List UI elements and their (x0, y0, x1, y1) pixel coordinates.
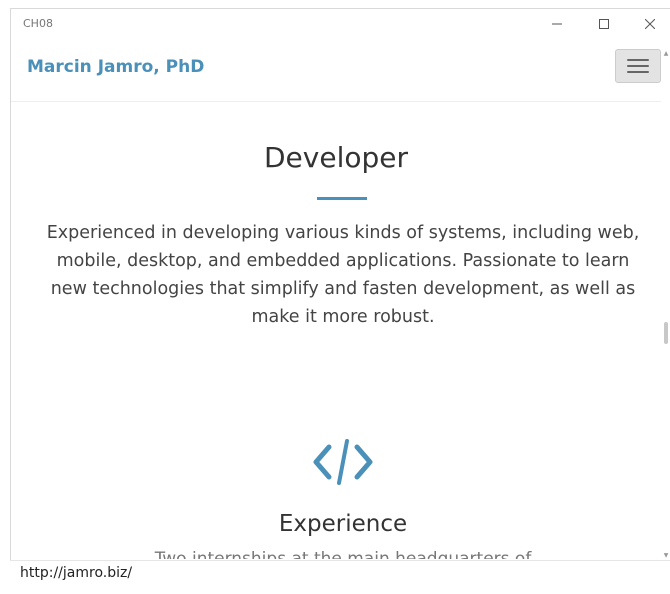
maximize-button[interactable] (581, 9, 627, 39)
maximize-icon (599, 19, 609, 29)
status-bar: http://jamro.biz/ (10, 560, 670, 594)
navbar: Marcin Jamro, PhD (11, 49, 661, 102)
section-heading: Developer (263, 141, 408, 174)
main-content: Developer Experienced in developing vari… (11, 101, 661, 559)
close-button[interactable] (627, 9, 670, 39)
hamburger-icon-bar (627, 65, 649, 67)
minimize-button[interactable] (534, 9, 580, 39)
heading-underline (317, 197, 367, 200)
section-paragraph: Experienced in developing various kinds … (46, 223, 640, 327)
title-bar: CH08 (11, 9, 670, 39)
window-title: CH08 (23, 17, 53, 30)
vertical-scrollbar[interactable]: ▲ ▼ (661, 49, 670, 559)
status-url: http://jamro.biz/ (20, 565, 133, 581)
minimize-icon (552, 23, 562, 25)
code-icon (313, 439, 373, 485)
experience-heading: Experience (278, 511, 408, 537)
app-window: CH08 Marcin Jamro, PhD Developer Experie… (10, 8, 670, 593)
experience-paragraph: Two internships at the main headquarters… (154, 549, 532, 559)
scroll-thumb[interactable] (664, 322, 668, 344)
close-icon (645, 19, 655, 29)
hamburger-icon (627, 59, 649, 61)
scroll-down-icon[interactable]: ▼ (662, 551, 670, 559)
menu-toggle-button[interactable] (615, 49, 661, 83)
scroll-up-icon[interactable]: ▲ (662, 49, 670, 57)
hamburger-icon-bar (627, 71, 649, 73)
brand-link[interactable]: Marcin Jamro, PhD (27, 57, 204, 77)
